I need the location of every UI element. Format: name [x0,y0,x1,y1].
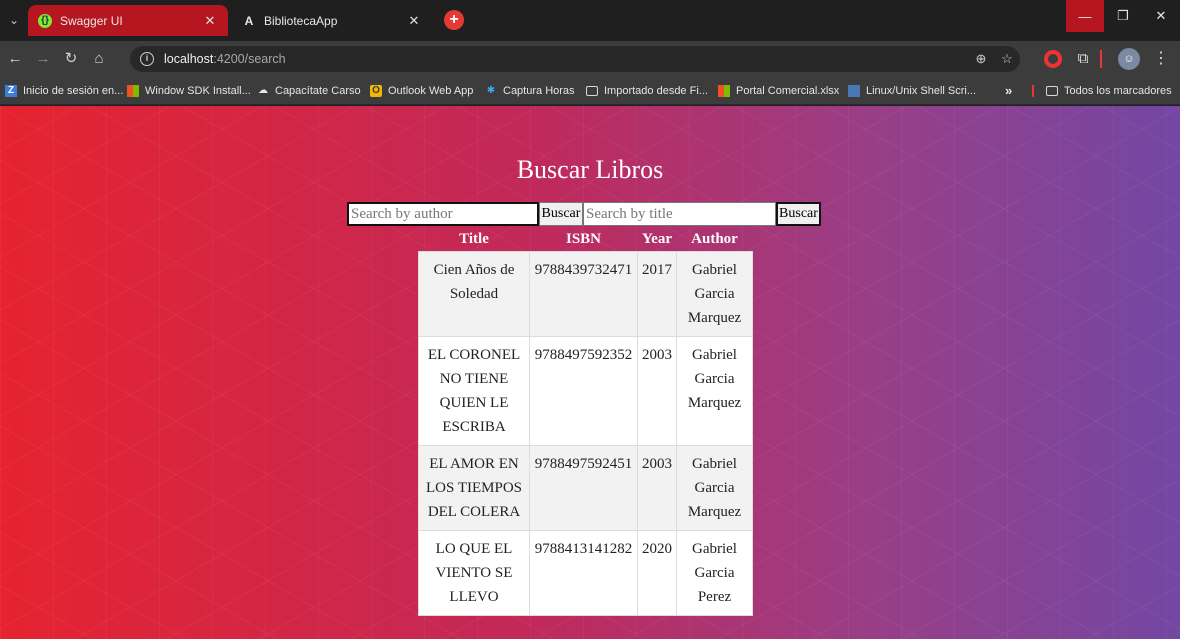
table-row: LO QUE EL VIENTO SE LLEVO 9788413141282 … [418,529,753,616]
back-arrow-icon[interactable]: ← [6,50,24,68]
angular-favicon-icon: A [244,13,254,28]
spinner-icon: ✱ [486,85,496,96]
browser-menu-icon[interactable]: ⋮ [1152,50,1170,68]
tab-title: BibliotecaApp [264,13,338,28]
bookmark-item[interactable]: Window SDK Install... [127,77,251,105]
cell-author: Gabriel Garcia Perez [676,529,753,616]
windows-icon [127,85,139,97]
reload-icon[interactable]: ↻ [62,50,80,68]
cell-title: EL CORONEL NO TIENE QUIEN LE ESCRIBA [418,335,530,446]
cell-isbn: 9788497592352 [529,335,638,446]
browser-toolbar: ← → ↻ ⌂ i localhost:4200/search ⊕ ☆ ⧉ ☺ … [0,41,1180,77]
cell-isbn: 9788439732471 [529,250,638,337]
bookmark-item[interactable]: Linux/Unix Shell Scri... [848,77,976,105]
cell-title: LO QUE EL VIENTO SE LLEVO [418,529,530,616]
books-table: Title ISBN Year Author Cien Años de Sole… [418,229,753,616]
extensions-puzzle-icon[interactable]: ⧉ [1074,50,1092,68]
all-bookmarks-label: Todos los marcadores [1064,85,1172,97]
bookmark-label: Outlook Web App [388,85,474,97]
bookmark-item[interactable]: Z Inicio de sesión en... [5,77,123,105]
bookmarks-bar: Z Inicio de sesión en... Window SDK Inst… [0,77,1180,105]
table-header-row: Title ISBN Year Author [419,229,753,251]
minimize-window-button[interactable]: — [1066,0,1104,32]
cell-isbn: 9788413141282 [529,529,638,616]
address-bar[interactable]: i localhost:4200/search [130,46,1020,72]
page-content: Buscar Libros Buscar Buscar Title ISBN Y… [0,106,1180,639]
cell-author: Gabriel Garcia Marquez [676,335,753,446]
url-path: :4200/search [213,52,286,66]
page-title: Buscar Libros [516,155,664,184]
author-search-button[interactable]: Buscar [539,202,583,226]
windows-icon [718,85,730,97]
tab-close-icon[interactable]: ✕ [202,13,218,29]
cell-author: Gabriel Garcia Marquez [676,444,753,531]
cell-year: 2003 [637,444,677,531]
bookmark-item[interactable]: O Outlook Web App [370,77,473,105]
bookmarks-overflow-button[interactable]: » [1005,77,1012,105]
author-search-input[interactable] [347,202,539,226]
linux-icon [848,85,860,97]
site-info-icon[interactable]: i [140,52,154,66]
table-row: Cien Años de Soledad 9788439732471 2017 … [418,250,753,337]
table-row: EL AMOR EN LOS TIEMPOS DEL COLERA 978849… [418,444,753,531]
column-header-author: Author [691,231,738,248]
restore-window-button[interactable]: ❐ [1104,0,1142,32]
bookmark-item[interactable]: Importado desde Fi... [586,77,708,105]
tab-swagger-ui[interactable]: {} Swagger UI ✕ [28,5,228,36]
column-header-year: Year [642,231,672,248]
cell-title: Cien Años de Soledad [418,250,530,337]
bookmark-star-icon[interactable]: ☆ [998,50,1016,68]
tab-close-icon[interactable]: ✕ [406,13,422,29]
bookmark-label: Capacítate Carso [275,85,361,97]
bookmark-label: Importado desde Fi... [604,85,708,97]
title-search-button[interactable]: Buscar [776,202,821,226]
swagger-favicon-icon: {} [38,13,52,28]
cell-isbn: 9788497592451 [529,444,638,531]
bookmarks-divider [1032,85,1034,97]
column-header-isbn: ISBN [565,231,602,248]
bookmark-label: Window SDK Install... [145,85,251,97]
bookmark-label: Linux/Unix Shell Scri... [866,85,977,97]
folder-icon [1046,86,1058,96]
z-icon: Z [5,85,17,97]
outlook-icon: O [370,85,382,97]
search-bar: Buscar Buscar [347,202,821,226]
url-host: localhost [164,52,214,66]
table-row: EL CORONEL NO TIENE QUIEN LE ESCRIBA 978… [418,335,753,446]
home-icon[interactable]: ⌂ [90,50,108,68]
close-window-button[interactable]: ✕ [1142,0,1180,32]
bookmark-label: Portal Comercial.xlsx [736,85,840,97]
bookmark-item[interactable]: ☁ Capacítate Carso [257,77,361,105]
browser-tab-strip: ⌄ {} Swagger UI ✕ A BibliotecaApp ✕ + — … [0,0,1180,41]
bookmark-label: Inicio de sesión en... [23,85,124,97]
new-tab-button[interactable]: + [444,10,464,30]
forward-arrow-icon[interactable]: → [34,50,52,68]
cell-title: EL AMOR EN LOS TIEMPOS DEL COLERA [418,444,530,531]
all-bookmarks-folder[interactable]: Todos los marcadores [1046,77,1172,105]
tab-title: Swagger UI [60,13,123,28]
folder-icon [586,86,598,96]
column-header-title: Title [459,231,489,248]
cell-year: 2020 [637,529,677,616]
cell-year: 2003 [637,335,677,446]
tab-search-chevron-icon[interactable]: ⌄ [6,12,22,28]
toolbar-divider [1100,50,1102,68]
cell-author: Gabriel Garcia Marquez [676,250,753,337]
bookmark-item[interactable]: ✱ Captura Horas [485,77,575,105]
opera-extension-icon[interactable] [1044,50,1062,68]
bookmark-label: Captura Horas [503,85,575,97]
title-search-input[interactable] [583,202,776,226]
zoom-icon[interactable]: ⊕ [972,50,990,68]
tab-biblioteca-app[interactable]: A BibliotecaApp ✕ [232,5,432,36]
cell-year: 2017 [637,250,677,337]
cloud-icon: ☁ [258,85,268,96]
bookmark-item[interactable]: Portal Comercial.xlsx [718,77,839,105]
profile-avatar[interactable]: ☺ [1118,48,1140,70]
